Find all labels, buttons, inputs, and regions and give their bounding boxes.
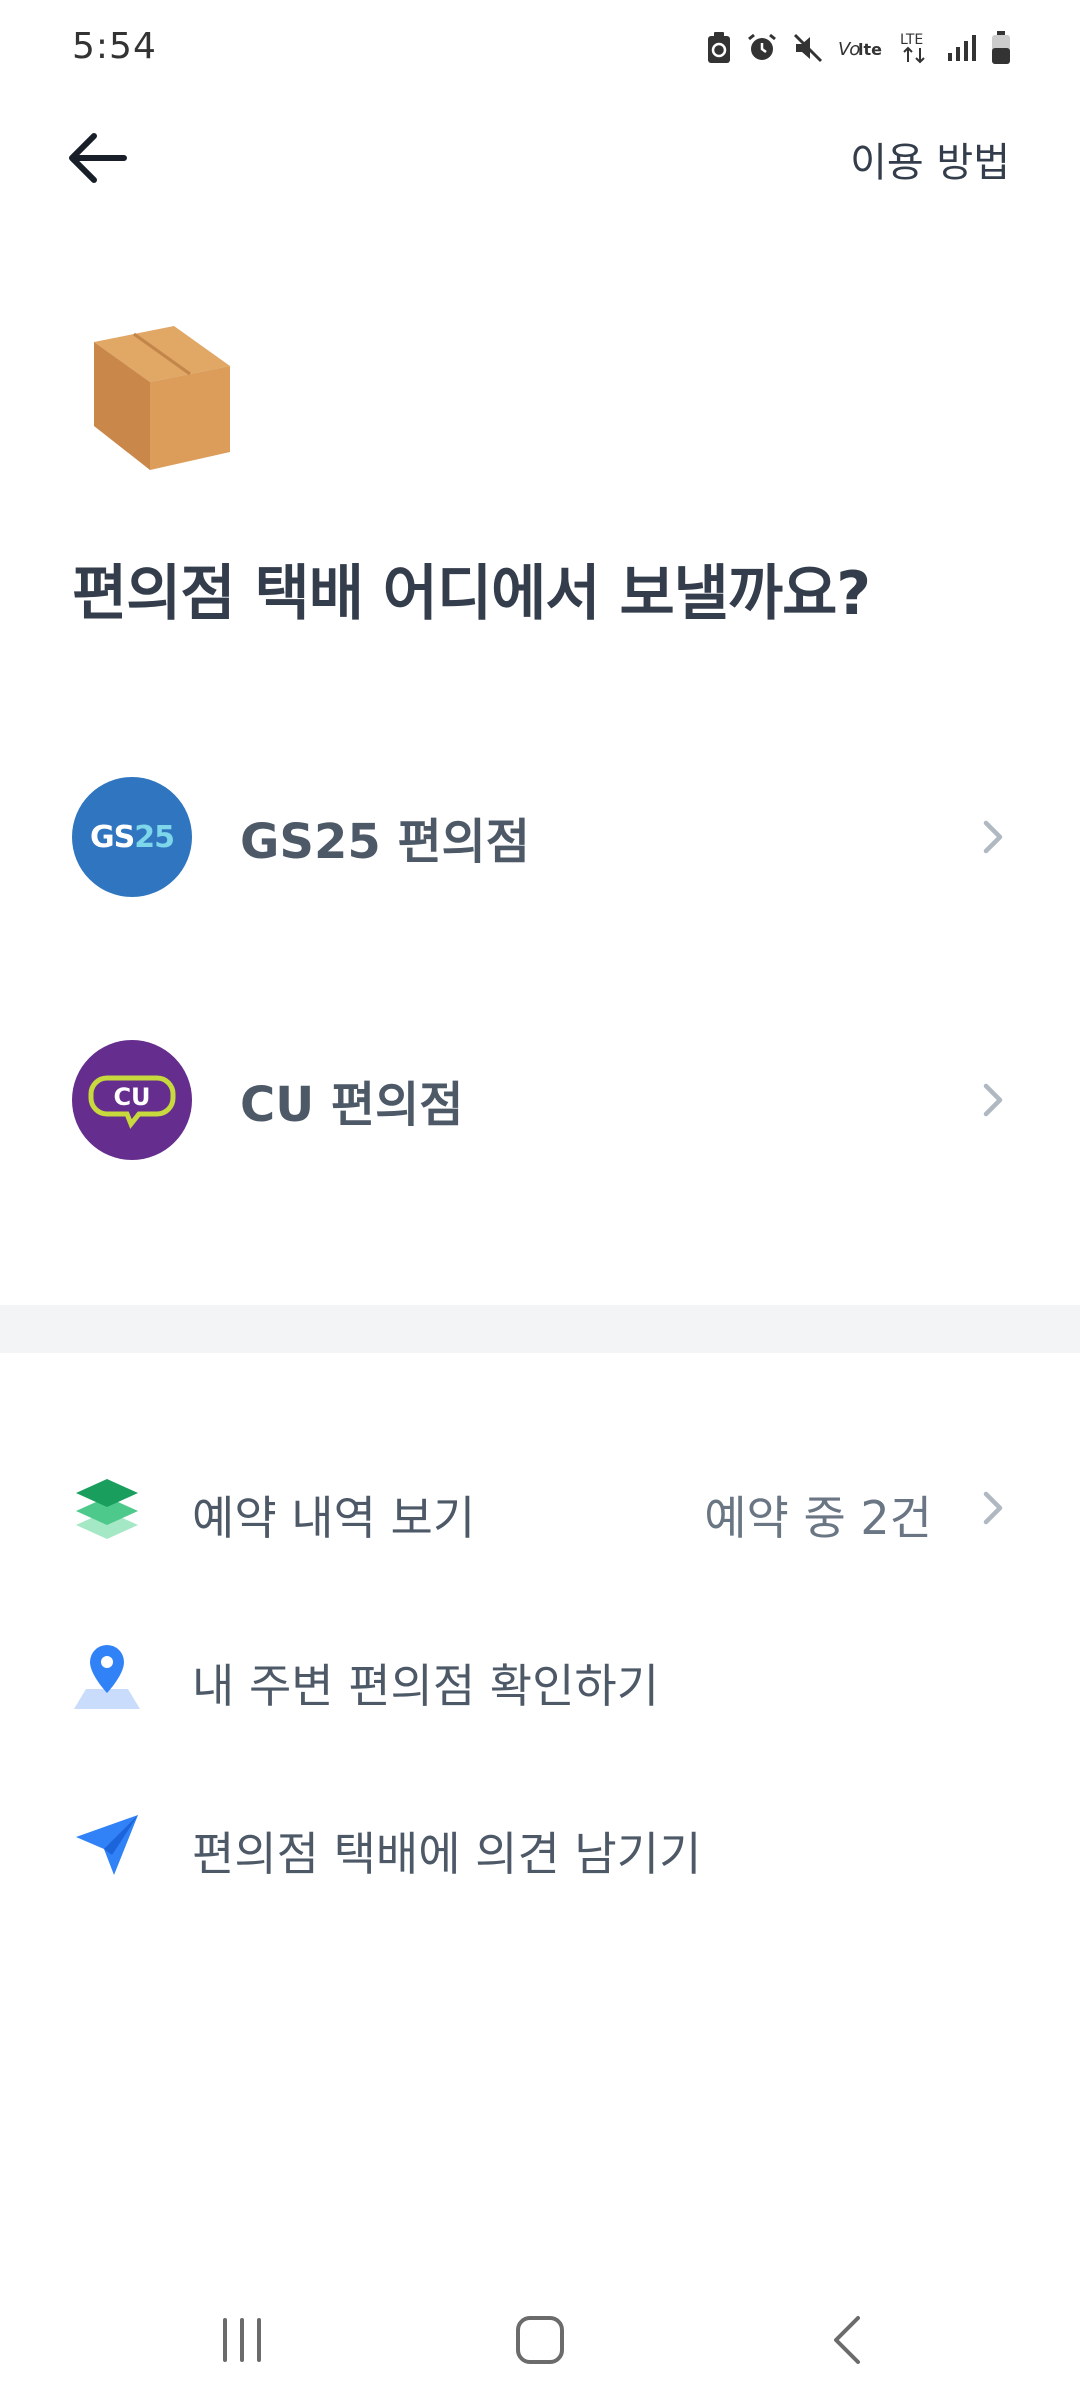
battery-saver-icon bbox=[706, 31, 732, 65]
menu-item-label: 예약 내역 보기 bbox=[192, 1491, 476, 1545]
menu-item-label: 내 주변 편의점 확인하기 bbox=[192, 1659, 660, 1713]
screen: 5:54 Vo lte LTE 이용 방법 편의점 택배 어디에서 보낼까요? … bbox=[0, 0, 1080, 2400]
volte-icon: Vo lte bbox=[838, 33, 884, 63]
lte-icon: LTE bbox=[898, 30, 932, 66]
chevron-right-icon bbox=[983, 1083, 1003, 1117]
cu-logo: CU bbox=[72, 1040, 192, 1160]
store-option-gs25[interactable]: GS25 GS25 편의점 bbox=[0, 757, 1080, 917]
store-label: GS25 편의점 bbox=[240, 814, 530, 870]
menu-item-label: 편의점 택배에 의견 남기기 bbox=[192, 1827, 702, 1881]
status-icons: Vo lte LTE bbox=[706, 28, 1012, 68]
paper-plane-icon bbox=[76, 1815, 138, 1875]
arrow-left-icon bbox=[69, 133, 127, 183]
svg-text:LTE: LTE bbox=[900, 32, 923, 48]
svg-text:Vo: Vo bbox=[838, 39, 860, 60]
gs25-logo-text: GS25 bbox=[90, 819, 175, 855]
help-link[interactable]: 이용 방법 bbox=[850, 130, 1010, 188]
home-button[interactable] bbox=[490, 2300, 590, 2380]
alarm-icon bbox=[746, 32, 778, 64]
store-label: CU 편의점 bbox=[240, 1077, 464, 1133]
battery-icon bbox=[990, 30, 1012, 66]
reservation-count: 예약 중 2건 bbox=[704, 1491, 932, 1545]
menu-item-feedback[interactable]: 편의점 택배에 의견 남기기 bbox=[0, 1784, 1080, 1904]
chevron-right-icon bbox=[983, 820, 1003, 854]
system-nav-bar bbox=[0, 2280, 1080, 2400]
recent-apps-button[interactable] bbox=[192, 2300, 292, 2380]
status-time: 5:54 bbox=[72, 26, 157, 67]
chevron-right-icon bbox=[983, 1491, 1003, 1525]
nav-back-icon bbox=[834, 2316, 860, 2364]
page-title: 편의점 택배 어디에서 보낼까요? bbox=[72, 559, 871, 629]
nav-back-button[interactable] bbox=[798, 2300, 898, 2380]
back-button[interactable] bbox=[48, 118, 144, 198]
menu-item-nearby-stores[interactable]: 내 주변 편의점 확인하기 bbox=[0, 1616, 1080, 1736]
map-pin-icon bbox=[74, 1645, 140, 1709]
cu-logo-mark: CU bbox=[88, 1075, 176, 1129]
store-option-cu[interactable]: CU CU 편의점 bbox=[0, 1020, 1080, 1180]
signal-icon bbox=[946, 33, 976, 63]
status-bar: 5:54 Vo lte LTE bbox=[0, 0, 1080, 96]
recent-apps-icon bbox=[223, 2318, 261, 2362]
section-divider bbox=[0, 1305, 1080, 1353]
mute-icon bbox=[792, 32, 824, 64]
svg-text:lte: lte bbox=[858, 40, 882, 59]
layers-icon bbox=[76, 1479, 138, 1539]
home-icon bbox=[516, 2316, 564, 2364]
gs25-logo: GS25 bbox=[72, 777, 192, 897]
svg-text:CU: CU bbox=[113, 1083, 150, 1111]
menu-item-reservations[interactable]: 예약 내역 보기 예약 중 2건 bbox=[0, 1448, 1080, 1568]
package-box-icon bbox=[86, 322, 236, 472]
